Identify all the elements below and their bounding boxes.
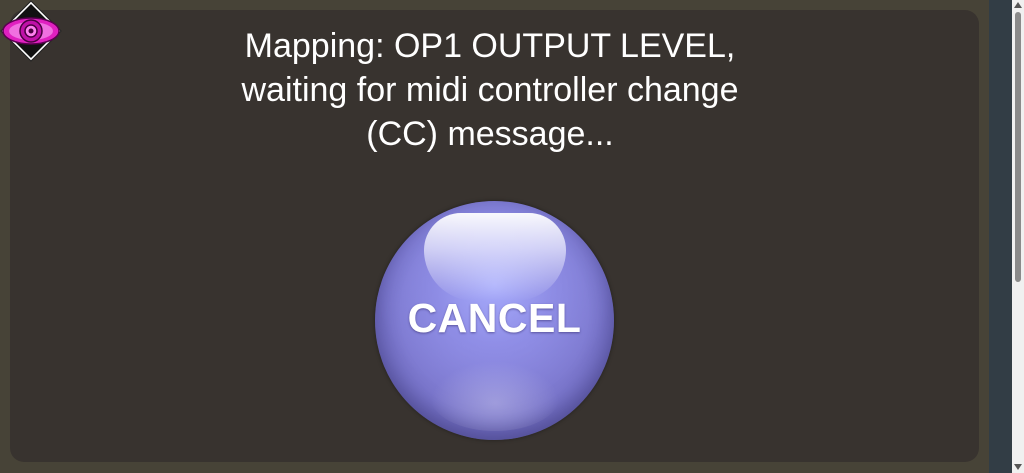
message-line-1: Mapping: OP1 OUTPUT LEVEL,	[244, 27, 736, 65]
eye-logo-icon[interactable]	[0, 0, 62, 62]
cancel-button-highlight	[424, 213, 566, 301]
message-line-3: (CC) message...	[366, 115, 614, 153]
scroll-up-arrow-icon[interactable]	[1014, 2, 1022, 8]
cancel-button-label: CANCEL	[407, 295, 582, 341]
cancel-button-glow	[430, 361, 560, 431]
mapping-status-message: Mapping: OP1 OUTPUT LEVEL, waiting for m…	[0, 24, 980, 156]
scroll-down-arrow-icon[interactable]	[1014, 464, 1022, 470]
message-line-2: waiting for midi controller change	[241, 71, 739, 109]
page: Mapping: OP1 OUTPUT LEVEL, waiting for m…	[0, 0, 1024, 473]
cancel-button[interactable]: CANCEL	[375, 201, 614, 440]
scrollbar-thumb[interactable]	[1015, 12, 1021, 282]
